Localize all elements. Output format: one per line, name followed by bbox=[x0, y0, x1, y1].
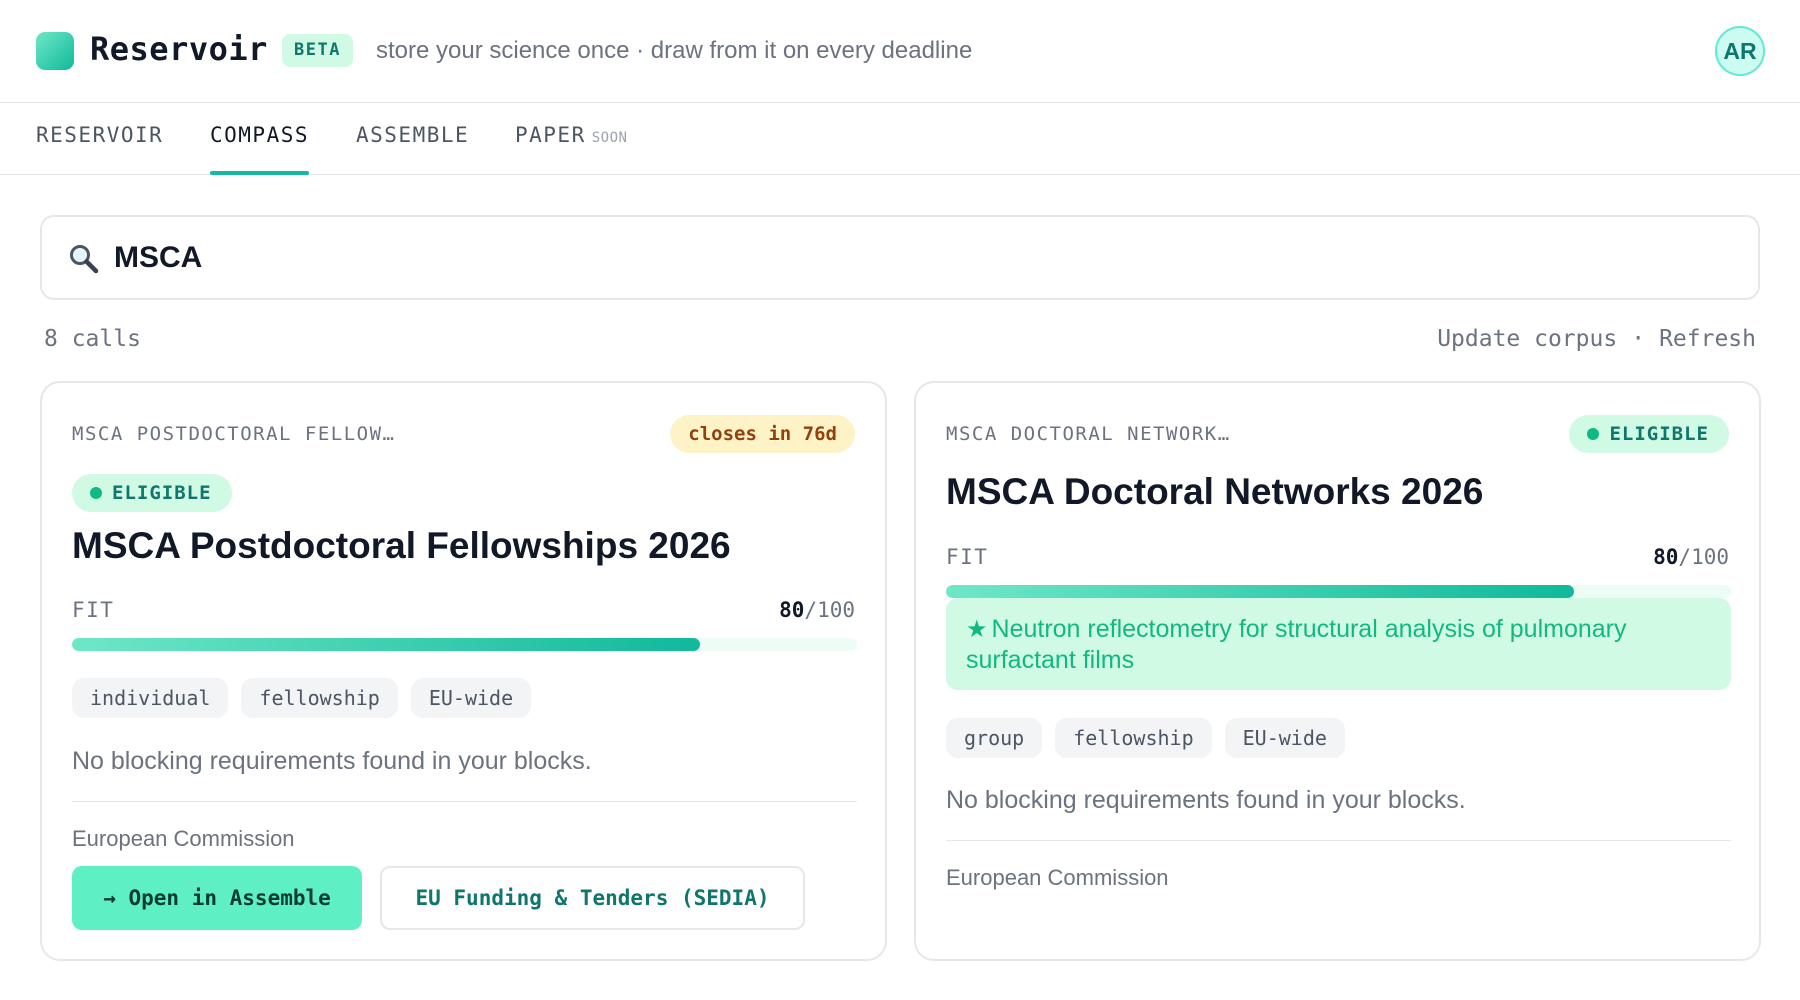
search-box[interactable] bbox=[40, 215, 1760, 300]
call-title[interactable]: MSCA Postdoctoral Fellowships 2026 bbox=[72, 525, 731, 567]
tab-label: RESERVOIR bbox=[36, 123, 164, 147]
call-title[interactable]: MSCA Doctoral Networks 2026 bbox=[946, 471, 1483, 513]
refresh-link[interactable]: Refresh bbox=[1659, 326, 1756, 352]
star-icon: ★ bbox=[966, 616, 988, 643]
tag: fellowship bbox=[241, 678, 398, 718]
tag: individual bbox=[72, 678, 229, 718]
matched-block-text: Neutron reflectometry for structural ana… bbox=[966, 615, 1627, 674]
fit-bar-fill bbox=[72, 638, 700, 651]
status-dot-icon bbox=[90, 487, 102, 499]
soon-badge: SOON bbox=[591, 130, 628, 146]
tab-paper[interactable]: PAPER SOON bbox=[515, 123, 627, 175]
avatar[interactable]: AR bbox=[1715, 26, 1765, 76]
tab-compass[interactable]: COMPASS bbox=[210, 123, 310, 175]
app-header: Reservoir BETA store your science once ·… bbox=[0, 0, 1800, 103]
tab-label: COMPASS bbox=[210, 123, 310, 147]
call-eyebrow: MSCA DOCTORAL NETWORK… bbox=[946, 423, 1231, 445]
open-in-assemble-button[interactable]: → Open in Assemble bbox=[72, 866, 362, 930]
requirements-note: No blocking requirements found in your b… bbox=[946, 786, 1466, 814]
logo-icon[interactable] bbox=[36, 32, 74, 70]
tab-reservoir[interactable]: RESERVOIR bbox=[36, 123, 163, 175]
status-label: ELIGIBLE bbox=[112, 482, 212, 504]
deadline-badge: closes in 76d bbox=[670, 415, 855, 453]
results-count: 8 calls bbox=[44, 326, 141, 352]
fit-score-max: /100 bbox=[1678, 545, 1729, 569]
fit-label: FIT bbox=[72, 598, 115, 622]
beta-badge: BETA bbox=[282, 34, 353, 67]
fit-score: 80/100 bbox=[779, 598, 855, 622]
fit-bar bbox=[72, 638, 857, 651]
sedia-link-button[interactable]: EU Funding & Tenders (SEDIA) bbox=[380, 866, 805, 930]
funder-name: European Commission bbox=[72, 826, 295, 851]
app-name[interactable]: Reservoir bbox=[90, 30, 268, 68]
fit-label: FIT bbox=[946, 545, 989, 569]
eligible-badge: ELIGIBLE bbox=[1569, 415, 1729, 453]
divider bbox=[946, 840, 1731, 841]
tag: EU-wide bbox=[1224, 718, 1345, 758]
tag: fellowship bbox=[1055, 718, 1212, 758]
status-dot-icon bbox=[1587, 428, 1600, 440]
requirements-note: No blocking requirements found in your b… bbox=[72, 747, 592, 775]
tab-label: PAPER bbox=[515, 123, 586, 147]
tab-assemble[interactable]: ASSEMBLE bbox=[356, 123, 469, 175]
fit-bar-fill bbox=[946, 585, 1574, 598]
call-eyebrow: MSCA POSTDOCTORAL FELLOW… bbox=[72, 423, 396, 445]
eligible-badge: ELIGIBLE bbox=[72, 474, 232, 512]
fit-score: 80/100 bbox=[1653, 545, 1729, 569]
fit-bar bbox=[946, 585, 1731, 598]
fit-score-value: 80 bbox=[1653, 545, 1679, 569]
status-label: ELIGIBLE bbox=[1609, 423, 1709, 445]
tab-label: ASSEMBLE bbox=[356, 123, 470, 147]
tag: group bbox=[946, 718, 1043, 758]
divider bbox=[72, 801, 857, 802]
update-corpus-link[interactable]: Update corpus bbox=[1437, 326, 1617, 352]
matched-block[interactable]: ★ Neutron reflectometry for structural an… bbox=[946, 598, 1731, 690]
search-input[interactable] bbox=[114, 231, 1714, 285]
main-tabs: RESERVOIR COMPASS ASSEMBLE PAPER SOON bbox=[0, 103, 1800, 175]
tag-list: individual fellowship EU-wide bbox=[72, 678, 532, 718]
call-card[interactable]: MSCA DOCTORAL NETWORK… ELIGIBLE MSCA Doc… bbox=[914, 381, 1761, 961]
call-card[interactable]: MSCA POSTDOCTORAL FELLOW… closes in 76d … bbox=[40, 381, 887, 961]
tag-list: group fellowship EU-wide bbox=[946, 718, 1345, 758]
fit-score-max: /100 bbox=[804, 598, 855, 622]
corpus-actions: Update corpus · Refresh bbox=[1437, 326, 1756, 352]
fit-score-value: 80 bbox=[779, 598, 805, 622]
search-icon bbox=[70, 245, 99, 274]
tag: EU-wide bbox=[410, 678, 532, 718]
separator: · bbox=[1631, 326, 1646, 352]
app-tagline: store your science once · draw from it o… bbox=[376, 37, 973, 64]
funder-name: European Commission bbox=[946, 865, 1169, 890]
